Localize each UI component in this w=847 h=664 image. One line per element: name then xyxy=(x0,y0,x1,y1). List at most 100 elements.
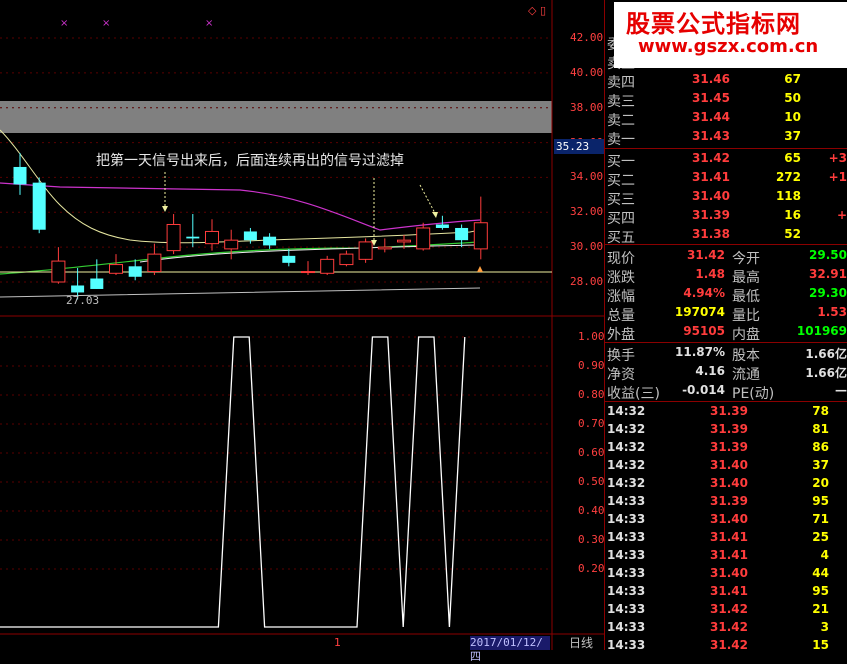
tick-price: 31.39 xyxy=(710,494,748,508)
sell-price: 31.46 xyxy=(692,72,730,86)
stat-label: PE(动) xyxy=(732,386,775,402)
price-tick-label: 42.00 xyxy=(570,31,604,44)
tick-price: 31.42 xyxy=(710,620,748,634)
price-tick-label: 30.00 xyxy=(570,240,604,254)
quote-row: 14:33 31.40 44 xyxy=(604,565,847,584)
tick-price: 31.39 xyxy=(710,440,748,454)
tick-volume: 95 xyxy=(812,494,829,508)
osc-tick-label: 0.20 xyxy=(578,562,605,575)
quote-row: 涨跌 1.48 最高 32.91 xyxy=(604,266,847,286)
sell-label: 卖三 xyxy=(607,94,635,110)
buy-label: 买四 xyxy=(607,211,635,227)
tick-time: 14:32 xyxy=(607,404,646,418)
osc-tick-label: 0.60 xyxy=(578,446,605,459)
sell-price: 31.43 xyxy=(692,129,730,143)
quote-row: 14:33 31.42 21 xyxy=(604,601,847,620)
quote-row: 换手 11.87% 股本 1.66亿 xyxy=(604,344,847,364)
watermark-title: 股票公式指标网 xyxy=(626,10,801,38)
sell-volume: 10 xyxy=(784,110,801,124)
tick-price: 31.39 xyxy=(710,422,748,436)
quote-row: 涨幅 4.94% 最低 29.30 xyxy=(604,285,847,305)
buy-volume: 16 xyxy=(784,208,801,222)
svg-text:×: × xyxy=(102,18,110,29)
tick-time: 14:33 xyxy=(607,494,646,508)
quote-row: 14:33 31.41 95 xyxy=(604,583,847,602)
chart-tool-icons[interactable]: ◇ ▯ xyxy=(528,4,546,17)
stat-label: 收益(三) xyxy=(607,386,660,402)
price-tick-label: 34.00 xyxy=(570,170,604,184)
buy-volume: 65 xyxy=(784,151,801,165)
stat-value: 95105 xyxy=(683,324,725,338)
stat-label: 最高 xyxy=(732,270,760,286)
stat-value: 11.87% xyxy=(675,345,725,359)
stat-label: 外盘 xyxy=(607,327,635,343)
stat-value: 197074 xyxy=(674,305,725,319)
chart-area[interactable]: × × × xyxy=(0,0,604,650)
buy-label: 买三 xyxy=(607,192,635,208)
tick-volume: 3 xyxy=(820,620,829,634)
tick-price: 31.40 xyxy=(710,458,748,472)
quote-row: 买四 31.39 16 + xyxy=(604,207,847,227)
buy-change: +1 xyxy=(828,170,847,184)
quote-row: 收益(三) -0.014 PE(动) — xyxy=(604,382,847,402)
sell-price: 31.45 xyxy=(692,91,730,105)
osc-tick-label: 1.00 xyxy=(578,330,605,343)
tick-volume: 86 xyxy=(812,440,829,454)
buy-price: 31.39 xyxy=(692,208,730,222)
price-tick-label: 28.00 xyxy=(570,275,604,288)
osc-tick-label: 0.90 xyxy=(578,359,605,372)
stat-value: 32.91 xyxy=(809,267,847,281)
quote-row: 14:32 31.39 86 xyxy=(604,439,847,458)
tick-volume: 78 xyxy=(812,404,829,418)
stat-value: 31.42 xyxy=(687,248,725,262)
osc-tick-label: 0.30 xyxy=(578,533,605,546)
tick-price: 31.39 xyxy=(710,404,748,418)
tick-time: 14:32 xyxy=(607,440,646,454)
sell-volume: 50 xyxy=(784,91,801,105)
tick-volume: 21 xyxy=(812,602,829,616)
current-price-marker: 35.23 xyxy=(554,139,604,154)
price-tick-label: 32.00 xyxy=(570,205,604,219)
stat-value: 1.66亿 xyxy=(805,347,847,361)
stat-label: 内盘 xyxy=(732,327,760,343)
buy-change: +3 xyxy=(828,151,847,165)
quote-row: 14:32 31.39 78 xyxy=(604,403,847,422)
quote-row: 14:33 31.42 15 xyxy=(604,637,847,656)
tick-time: 14:33 xyxy=(607,620,646,634)
quote-row: 买一 31.42 65 +3 xyxy=(604,150,847,170)
tick-volume: 4 xyxy=(820,548,829,562)
stat-label: 换手 xyxy=(607,348,635,364)
tick-time: 14:33 xyxy=(607,548,646,562)
buy-price: 31.42 xyxy=(692,151,730,165)
stat-label: 流通 xyxy=(732,367,760,383)
stat-label: 现价 xyxy=(607,251,635,267)
quote-row: 14:33 31.40 71 xyxy=(604,511,847,530)
quote-row: 14:32 31.40 20 xyxy=(604,475,847,494)
quote-row: 14:32 31.39 81 xyxy=(604,421,847,440)
stat-value: 1.48 xyxy=(695,267,725,281)
watermark-logo: 股票公式指标网 www.gszx.com.cn xyxy=(614,2,847,68)
stat-value: 1.53 xyxy=(817,305,847,319)
quote-row: 卖一 31.43 37 xyxy=(604,128,847,148)
sell-volume: 67 xyxy=(784,72,801,86)
buy-price: 31.38 xyxy=(692,227,730,241)
price-tick-label: 40.00 xyxy=(570,65,604,79)
period-button[interactable]: 日线 xyxy=(558,636,604,650)
tick-time: 14:32 xyxy=(607,422,646,436)
tick-volume: 81 xyxy=(812,422,829,436)
buy-price: 31.40 xyxy=(692,189,730,203)
stat-label: 涨幅 xyxy=(607,289,635,305)
sell-volume: 37 xyxy=(784,129,801,143)
quote-row: 14:32 31.40 37 xyxy=(604,457,847,476)
quote-row: 卖二 31.44 10 xyxy=(604,109,847,129)
stat-label: 量比 xyxy=(732,308,760,324)
quote-row: 卖三 31.45 50 xyxy=(604,90,847,110)
quote-row: 净资 4.16 流通 1.66亿 xyxy=(604,363,847,383)
stat-label: 今开 xyxy=(732,251,760,267)
buy-volume: 272 xyxy=(775,170,801,184)
tick-price: 31.41 xyxy=(710,584,748,598)
tick-time: 14:32 xyxy=(607,476,646,490)
tick-price: 31.40 xyxy=(710,476,748,490)
quote-panel: 委 卖五31.475卖四31.4667卖三31.4550卖二31.4410卖一3… xyxy=(604,0,847,652)
cursor-marker: 1 xyxy=(334,636,341,649)
